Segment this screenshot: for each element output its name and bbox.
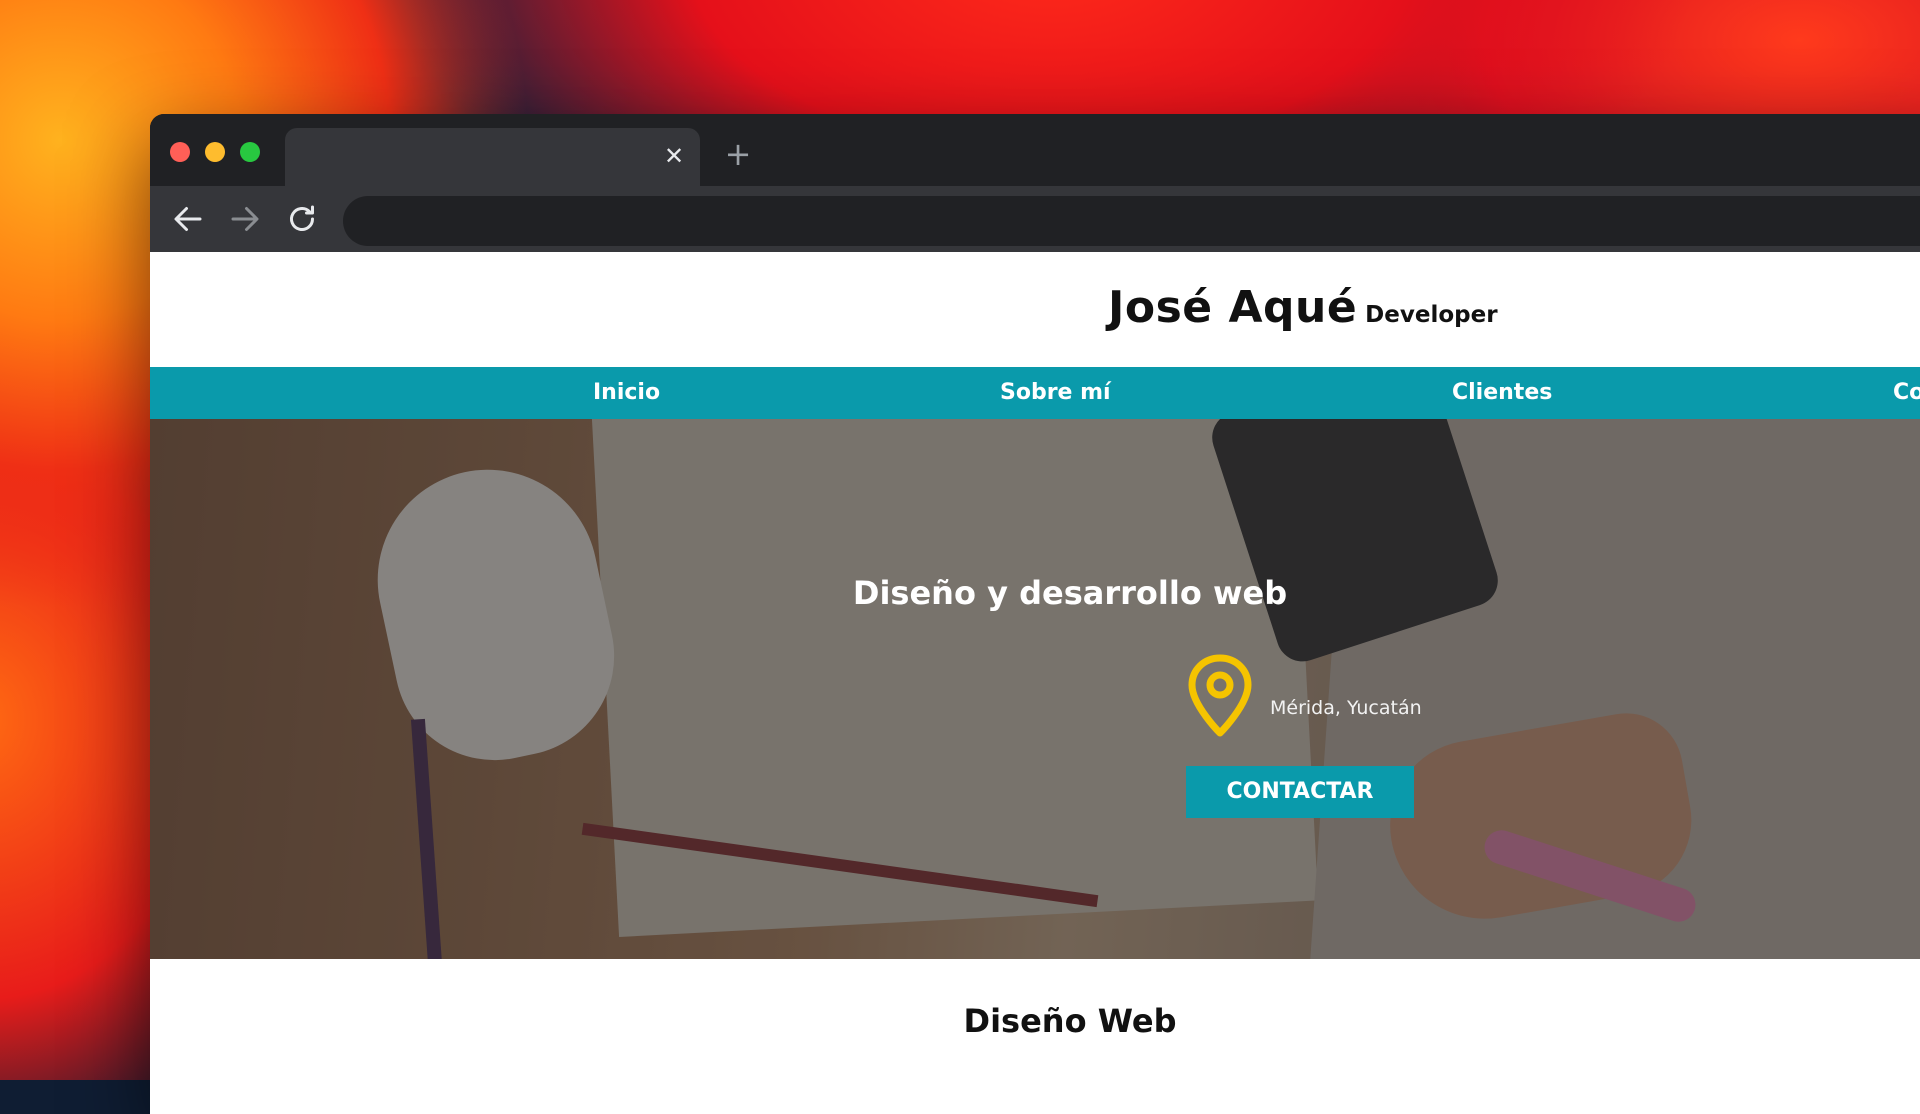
minimize-window-button[interactable]	[205, 142, 225, 162]
site-navigation: Inicio Sobre mí Clientes Co	[150, 367, 1920, 419]
site-logo[interactable]: José Aqué Developer	[1108, 282, 1498, 333]
hero-overlay	[150, 419, 1920, 959]
map-pin-icon	[1185, 654, 1255, 738]
forward-icon[interactable]	[227, 201, 263, 237]
address-bar[interactable]	[343, 196, 1920, 246]
maximize-window-button[interactable]	[240, 142, 260, 162]
nav-link-clientes[interactable]: Clientes	[1452, 367, 1552, 419]
brand-name: José Aqué	[1108, 282, 1358, 333]
reload-icon[interactable]	[284, 201, 320, 237]
browser-toolbar	[150, 186, 1920, 252]
browser-tab[interactable]: ✕	[285, 128, 700, 188]
site-header: José Aqué Developer	[150, 252, 1920, 367]
hero-section: Diseño y desarrollo web Mérida, Yucatán …	[150, 419, 1920, 959]
close-tab-icon[interactable]: ✕	[658, 140, 690, 172]
nav-link-contacto[interactable]: Co	[1893, 367, 1920, 419]
nav-link-sobre-mi[interactable]: Sobre mí	[1000, 367, 1111, 419]
back-icon[interactable]	[170, 201, 206, 237]
nav-link-inicio[interactable]: Inicio	[593, 367, 660, 419]
brand-role: Developer	[1365, 302, 1498, 328]
browser-window: ✕ + José Aqué Developer Inicio Sobre mí C…	[150, 114, 1920, 1114]
new-tab-button[interactable]: +	[720, 136, 756, 172]
close-window-button[interactable]	[170, 142, 190, 162]
browser-titlebar: ✕ +	[150, 114, 1920, 188]
web-page: José Aqué Developer Inicio Sobre mí Clien…	[150, 252, 1920, 1114]
contactar-button[interactable]: CONTACTAR	[1186, 766, 1414, 818]
section-title: Diseño Web	[963, 1002, 1177, 1040]
hero-title: Diseño y desarrollo web	[852, 574, 1288, 612]
location-text: Mérida, Yucatán	[1270, 697, 1422, 719]
